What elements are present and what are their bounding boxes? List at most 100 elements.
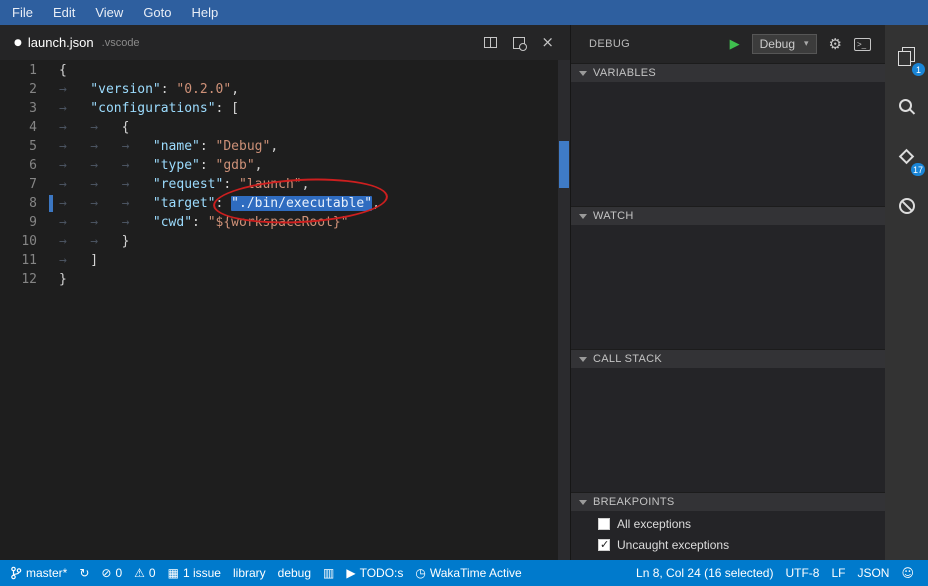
code-line-7[interactable]: 7→→→"request": "launch", bbox=[0, 175, 570, 194]
menu-item-help[interactable]: Help bbox=[182, 0, 229, 25]
line-number[interactable]: 12 bbox=[0, 270, 46, 289]
line-number[interactable]: 2 bbox=[0, 80, 46, 99]
status-cursor-position[interactable]: Ln 8, Col 24 (16 selected) bbox=[630, 560, 779, 586]
line-number[interactable]: 1 bbox=[0, 61, 46, 80]
debug-panel-title: DEBUG bbox=[589, 38, 630, 50]
json-string: "gdb" bbox=[216, 158, 255, 173]
json-key: "cwd" bbox=[153, 215, 192, 230]
code-line-9[interactable]: 9→→→"cwd": "${workspaceRoot}" bbox=[0, 213, 570, 232]
cursor-line-marker bbox=[49, 195, 53, 212]
status-right: Ln 8, Col 24 (16 selected)UTF-8LFJSON ☺ bbox=[630, 560, 920, 586]
code-line-11[interactable]: 11→] bbox=[0, 251, 570, 270]
menu-item-goto[interactable]: Goto bbox=[133, 0, 181, 25]
section-header-watch[interactable]: WATCH bbox=[571, 206, 885, 225]
line-content: →"version": "0.2.0", bbox=[59, 80, 239, 99]
status-wakatime[interactable]: ◷WakaTime Active bbox=[409, 560, 527, 586]
menu-item-view[interactable]: View bbox=[85, 0, 133, 25]
debug-config-dropdown[interactable]: Debug ▾ bbox=[752, 34, 817, 54]
code-line-10[interactable]: 10→→} bbox=[0, 232, 570, 251]
section-header-breakpoints[interactable]: BREAKPOINTS bbox=[571, 492, 885, 511]
activity-git[interactable]: 17 bbox=[885, 131, 928, 181]
menu-item-edit[interactable]: Edit bbox=[43, 0, 85, 25]
tab-launch-json[interactable]: ● launch.json .vscode bbox=[0, 25, 152, 60]
code-line-12[interactable]: 12} bbox=[0, 270, 570, 289]
debug-console-icon[interactable] bbox=[854, 38, 871, 51]
json-punctuation: ] bbox=[90, 253, 98, 268]
line-number[interactable]: 4 bbox=[0, 118, 46, 137]
status-git-branch[interactable]: master* bbox=[4, 560, 73, 586]
checkbox-unchecked[interactable] bbox=[598, 518, 610, 530]
smiley-icon: ☺ bbox=[901, 567, 914, 579]
line-number[interactable]: 8 bbox=[0, 194, 46, 213]
code-line-5[interactable]: 5→→→"name": "Debug", bbox=[0, 137, 570, 156]
status-language-mode[interactable]: JSON bbox=[851, 560, 895, 586]
code-line-8[interactable]: 8→→→"target": "./bin/executable", bbox=[0, 194, 570, 213]
json-key: "name" bbox=[153, 139, 200, 154]
code-line-6[interactable]: 6→→→"type": "gdb", bbox=[0, 156, 570, 175]
line-number[interactable]: 10 bbox=[0, 232, 46, 251]
section-title: BREAKPOINTS bbox=[593, 496, 675, 508]
json-punctuation: , bbox=[270, 139, 278, 154]
code-line-1[interactable]: 1{ bbox=[0, 61, 570, 80]
status-outline[interactable]: ▥ bbox=[317, 560, 340, 586]
checkbox-checked[interactable] bbox=[598, 539, 610, 551]
collapse-arrow-icon bbox=[579, 500, 587, 505]
tab-whitespace-icon: → bbox=[59, 156, 90, 175]
status-issues[interactable]: ▦1 issue bbox=[162, 560, 227, 586]
activity-explorer[interactable]: 1 bbox=[885, 31, 928, 81]
section-watch: WATCH bbox=[571, 206, 885, 349]
code-line-3[interactable]: 3→"configurations": [ bbox=[0, 99, 570, 118]
menu-bar: FileEditViewGotoHelp bbox=[0, 0, 928, 25]
section-header-call-stack[interactable]: CALL STACK bbox=[571, 349, 885, 368]
line-number[interactable]: 6 bbox=[0, 156, 46, 175]
line-number[interactable]: 11 bbox=[0, 251, 46, 270]
status-folder-debug[interactable]: debug bbox=[272, 560, 317, 586]
open-preview-icon[interactable] bbox=[513, 37, 525, 49]
section-header-variables[interactable]: VARIABLES bbox=[571, 63, 885, 82]
menu-item-file[interactable]: File bbox=[2, 0, 43, 25]
activity-search[interactable] bbox=[885, 81, 928, 131]
files-icon bbox=[898, 47, 915, 65]
editor-group: ● launch.json .vscode × 1{2 →"version": "… bbox=[0, 25, 570, 560]
status-label: debug bbox=[278, 566, 311, 580]
line-content: →→→"name": "Debug", bbox=[59, 137, 278, 156]
tab-whitespace-icon: → bbox=[59, 232, 90, 251]
warning-icon: ⚠ bbox=[134, 567, 145, 579]
gear-icon[interactable]: ⚙ bbox=[829, 35, 842, 53]
start-debugging-icon[interactable]: ▶ bbox=[730, 36, 740, 52]
code-editor[interactable]: 1{2→"version": "0.2.0",3→"configurations… bbox=[0, 60, 570, 560]
code-line-2[interactable]: 2 →"version": "0.2.0", bbox=[0, 80, 570, 99]
tab-whitespace-icon: → bbox=[59, 175, 90, 194]
debug-sections: VARIABLESWATCHCALL STACKBREAKPOINTSAll e… bbox=[571, 63, 885, 560]
status-feedback[interactable]: ☺ bbox=[895, 560, 920, 586]
activity-debug-disabled[interactable] bbox=[885, 181, 928, 231]
code-line-4[interactable]: 4→→{ bbox=[0, 118, 570, 137]
tab-whitespace-icon: → bbox=[90, 137, 121, 156]
json-key: "request" bbox=[153, 177, 223, 192]
git-icon bbox=[899, 148, 915, 164]
json-key: "configurations" bbox=[90, 101, 215, 116]
close-tab-icon[interactable]: × bbox=[541, 35, 554, 50]
split-editor-icon[interactable] bbox=[484, 37, 497, 48]
status-encoding[interactable]: UTF-8 bbox=[779, 560, 825, 586]
status-warning-count[interactable]: ⚠0 bbox=[128, 560, 161, 586]
status-folder-library[interactable]: library bbox=[227, 560, 272, 586]
line-number[interactable]: 9 bbox=[0, 213, 46, 232]
tab-whitespace-icon: → bbox=[59, 213, 90, 232]
activity-bar: 1 17 bbox=[885, 25, 928, 560]
line-number[interactable]: 3 bbox=[0, 99, 46, 118]
section-body-watch bbox=[571, 225, 885, 349]
clock-icon: ◷ bbox=[415, 567, 425, 579]
status-todos[interactable]: ▶TODO:s bbox=[340, 560, 409, 586]
status-sync[interactable]: ↻ bbox=[73, 560, 95, 586]
tab-whitespace-icon: → bbox=[122, 156, 153, 175]
line-number[interactable]: 7 bbox=[0, 175, 46, 194]
scrollbar-selection-marker bbox=[559, 141, 569, 188]
status-error-count[interactable]: ⊘0 bbox=[95, 560, 128, 586]
editor-scrollbar[interactable] bbox=[558, 60, 570, 560]
line-number[interactable]: 5 bbox=[0, 137, 46, 156]
line-content: } bbox=[59, 270, 67, 289]
status-label: TODO:s bbox=[360, 566, 404, 580]
status-eol[interactable]: LF bbox=[825, 560, 851, 586]
badge: 17 bbox=[911, 163, 925, 176]
